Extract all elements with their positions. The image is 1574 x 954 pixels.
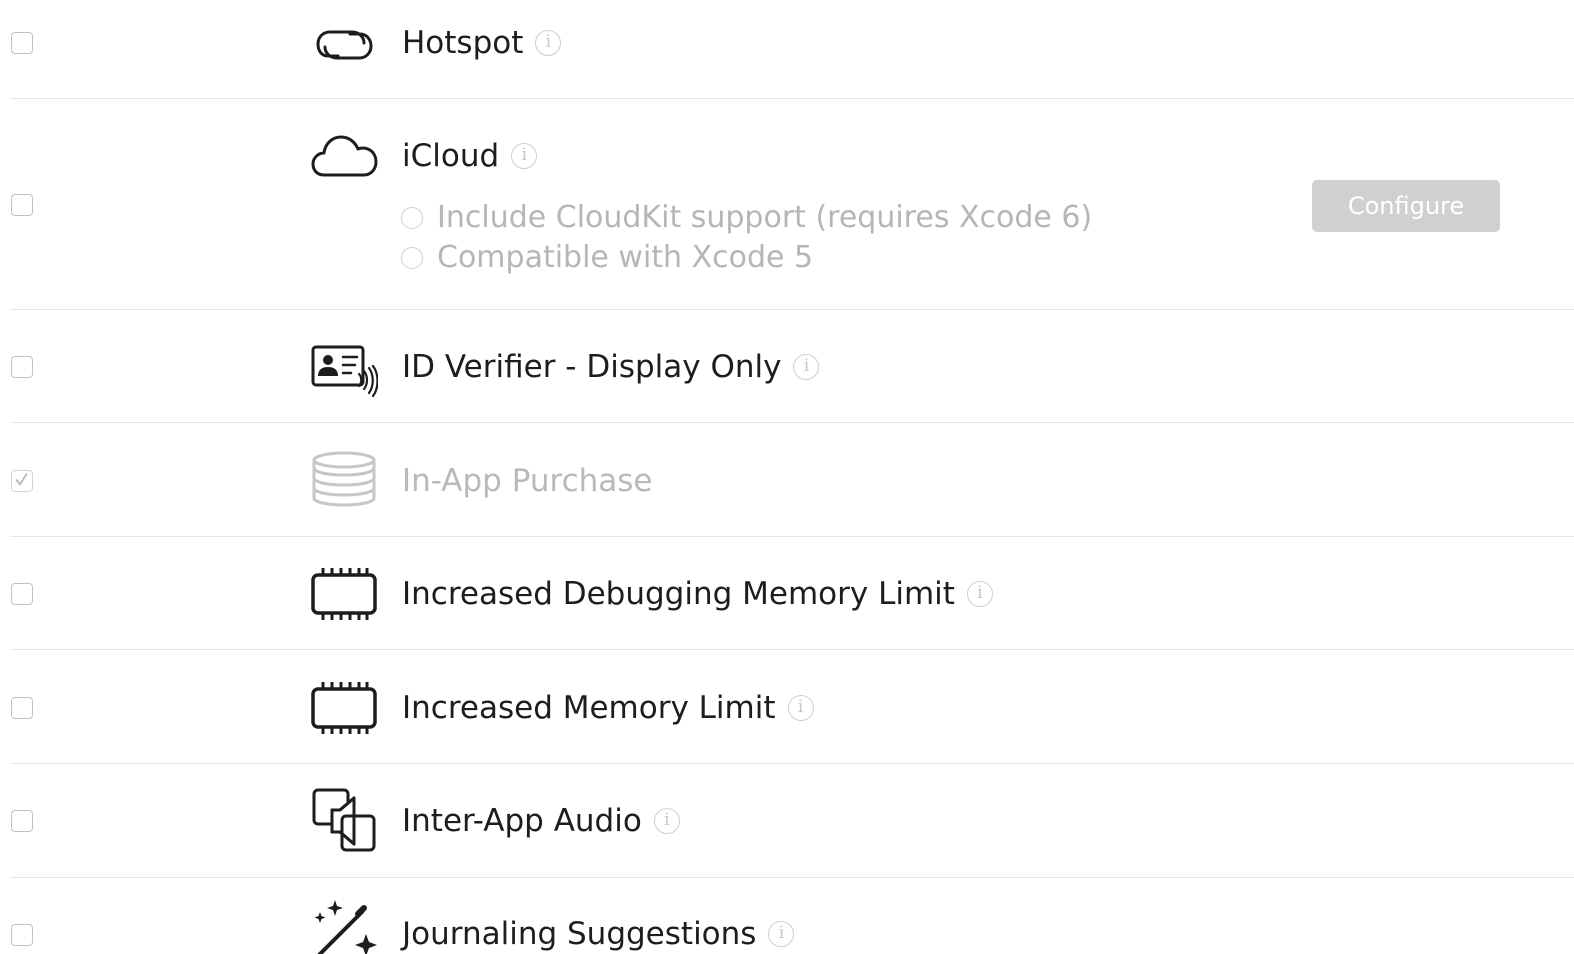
capability-name: Hotspot: [402, 25, 524, 61]
capability-title: In-App Purchase: [402, 461, 652, 501]
row-separator: [10, 98, 1574, 99]
row-separator: [10, 536, 1574, 537]
row-separator: [10, 763, 1574, 764]
checkmark-icon: [15, 473, 28, 486]
info-icon[interactable]: i: [787, 695, 814, 721]
capability-name: iCloud: [402, 138, 500, 174]
capability-name: Increased Debugging Memory Limit: [402, 576, 955, 612]
capability-title: Journaling Suggestions i: [402, 914, 795, 954]
id-verifier-checkbox[interactable]: [11, 356, 33, 378]
magic-wand-icon: [314, 900, 377, 954]
option-label: Compatible with Xcode 5: [437, 240, 814, 275]
info-icon[interactable]: i: [768, 921, 795, 947]
capabilities-list: Hotspot i iCloud i Include CloudKit supp…: [0, 0, 1574, 954]
capability-name: ID Verifier - Display Only: [402, 349, 782, 385]
capability-title: Inter-App Audio i: [402, 801, 680, 841]
info-icon[interactable]: i: [653, 808, 680, 834]
cloud-icon: [311, 135, 378, 177]
option-label: Include CloudKit support (requires Xcode…: [437, 200, 1093, 235]
radio-button[interactable]: [401, 246, 423, 269]
icloud-checkbox[interactable]: [11, 194, 33, 216]
increased-debugging-memory-limit-checkbox[interactable]: [11, 583, 33, 605]
capability-title: Hotspot i: [402, 23, 562, 63]
row-separator: [10, 422, 1574, 423]
increased-memory-limit-checkbox[interactable]: [11, 697, 33, 719]
inter-app-audio-checkbox[interactable]: [11, 810, 33, 832]
row-separator: [10, 877, 1574, 878]
capability-title: Increased Debugging Memory Limit i: [402, 574, 993, 614]
hotspot-icon: [316, 30, 373, 60]
capability-title: ID Verifier - Display Only i: [402, 347, 820, 387]
in-app-purchase-checkbox: [11, 470, 33, 492]
info-icon[interactable]: i: [966, 581, 993, 607]
row-separator: [10, 309, 1574, 310]
capability-name: Increased Memory Limit: [402, 690, 776, 726]
memory-chip-icon: [311, 568, 377, 620]
id-card-icon: [311, 345, 378, 398]
info-icon[interactable]: i: [535, 30, 562, 56]
hotspot-checkbox[interactable]: [11, 32, 33, 54]
info-icon[interactable]: i: [511, 143, 538, 169]
configure-button[interactable]: Configure: [1312, 180, 1500, 232]
info-icon[interactable]: i: [793, 354, 820, 380]
capability-title: Increased Memory Limit i: [402, 688, 814, 728]
cloudkit-option[interactable]: Include CloudKit support (requires Xcode…: [401, 200, 1092, 235]
coins-icon: [312, 451, 376, 507]
capability-title: iCloud i: [402, 136, 538, 176]
row-separator: [10, 649, 1574, 650]
inter-app-audio-icon: [312, 788, 376, 852]
capability-name: Journaling Suggestions: [402, 916, 757, 952]
capability-name: In-App Purchase: [402, 463, 653, 499]
capability-name: Inter-App Audio: [402, 803, 642, 839]
journaling-suggestions-checkbox[interactable]: [11, 924, 33, 946]
radio-button[interactable]: [401, 206, 423, 229]
memory-chip-icon: [311, 682, 377, 734]
xcode5-option[interactable]: Compatible with Xcode 5: [401, 240, 813, 275]
